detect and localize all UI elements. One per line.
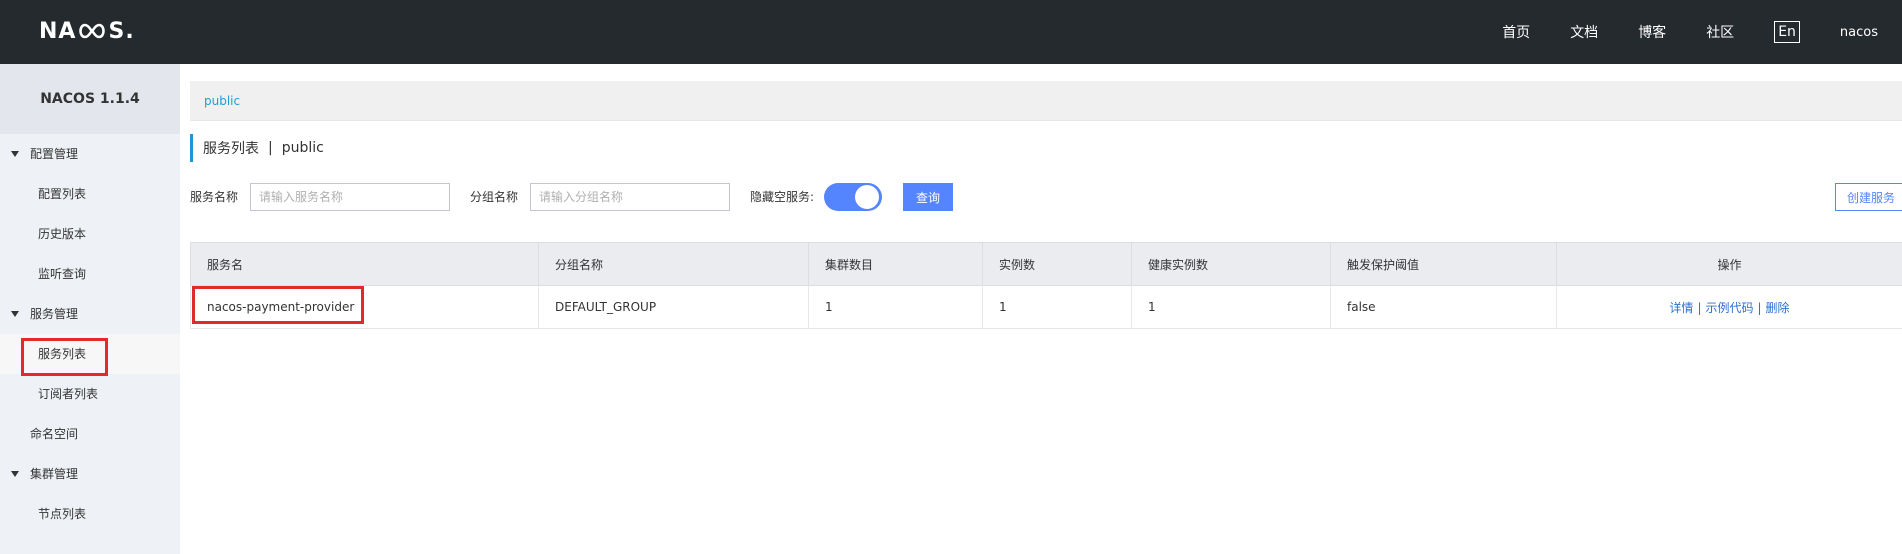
sidebar-group-label: 集群管理 [30, 467, 79, 481]
hide-empty-label: 隐藏空服务: [750, 190, 815, 204]
column-header: 分组名称 [538, 242, 809, 286]
column-header: 服务名 [190, 242, 539, 286]
cell-group: DEFAULT_GROUP [538, 285, 809, 329]
cell-clusters: 1 [808, 285, 983, 329]
nacos-logo[interactable]: NA S. [39, 17, 135, 45]
nav-docs[interactable]: 文档 [1570, 22, 1598, 42]
filter-bar: 服务名称 分组名称 隐藏空服务: 查询 创建服务 [190, 183, 1902, 211]
cell-threshold: false [1330, 285, 1557, 329]
caret-down-icon [11, 311, 19, 317]
page-title: 服务列表 | public [190, 134, 324, 162]
op-separator: | [1757, 300, 1762, 315]
sidebar-item-service-list[interactable]: 服务列表 [0, 334, 180, 374]
sidebar-group-config[interactable]: 配置管理 [0, 134, 180, 174]
sidebar-group-service[interactable]: 服务管理 [0, 294, 180, 334]
cell-instances: 1 [982, 285, 1132, 329]
logo-text-tail: S [108, 18, 126, 44]
caret-down-icon [11, 471, 19, 477]
group-name-label: 分组名称 [470, 190, 519, 204]
table-row: nacos-payment-provider DEFAULT_GROUP 1 1… [190, 285, 1902, 329]
service-name-label: 服务名称 [190, 190, 239, 204]
column-header: 触发保护阈值 [1330, 242, 1557, 286]
op-separator: | [1697, 300, 1702, 315]
sidebar-item-node-list[interactable]: 节点列表 [0, 494, 180, 534]
sidebar-item-listener[interactable]: 监听查询 [0, 254, 180, 294]
nav-blog[interactable]: 博客 [1638, 22, 1666, 42]
language-switch-button[interactable]: En [1774, 21, 1800, 43]
table-header-row: 服务名 分组名称 集群数目 实例数 健康实例数 触发保护阈值 操作 [190, 242, 1902, 286]
logo-text: NA [39, 18, 77, 44]
column-header: 健康实例数 [1131, 242, 1331, 286]
column-header: 实例数 [982, 242, 1132, 286]
logo-dot: . [125, 18, 135, 44]
caret-down-icon [11, 151, 19, 157]
hide-empty-toggle[interactable] [824, 183, 882, 211]
group-name-input[interactable] [530, 183, 730, 211]
service-table: 服务名 分组名称 集群数目 实例数 健康实例数 触发保护阈值 操作 nacos-… [190, 242, 1902, 329]
nav-community[interactable]: 社区 [1706, 22, 1734, 42]
toggle-knob [855, 185, 879, 209]
page-title-text: 服务列表 [203, 141, 259, 157]
namespace-link-public[interactable]: public [204, 94, 240, 108]
namespace-breadcrumb: public [190, 81, 1902, 121]
sidebar: NACOS 1.1.4 配置管理 配置列表 历史版本 监听查询 服务管理 服务列… [0, 64, 180, 554]
sidebar-item-config-list[interactable]: 配置列表 [0, 174, 180, 214]
create-service-button[interactable]: 创建服务 [1835, 183, 1902, 211]
top-nav-links: 首页 文档 博客 社区 En nacos [1502, 0, 1902, 64]
sidebar-group-label: 配置管理 [30, 147, 79, 161]
cell-service-name: nacos-payment-provider [190, 285, 539, 329]
sidebar-group-label: 服务管理 [30, 307, 79, 321]
sample-code-link[interactable]: 示例代码 [1705, 301, 1753, 315]
sidebar-item-subscriber-list[interactable]: 订阅者列表 [0, 374, 180, 414]
column-header: 操作 [1556, 242, 1902, 286]
query-button[interactable]: 查询 [903, 183, 953, 211]
logo-infinity-icon [79, 23, 106, 39]
service-name-input[interactable] [250, 183, 450, 211]
cell-healthy: 1 [1131, 285, 1331, 329]
user-name[interactable]: nacos [1840, 25, 1878, 40]
cell-operations: 详情 | 示例代码 | 删除 [1556, 285, 1902, 329]
column-header: 集群数目 [808, 242, 983, 286]
page-title-separator: | [268, 140, 273, 156]
detail-link[interactable]: 详情 [1669, 301, 1693, 315]
sidebar-title: NACOS 1.1.4 [0, 64, 180, 134]
top-navbar: NA S. 首页 文档 博客 社区 En nacos [0, 0, 1902, 64]
sidebar-group-cluster[interactable]: 集群管理 [0, 454, 180, 494]
nav-home[interactable]: 首页 [1502, 22, 1530, 42]
sidebar-item-history[interactable]: 历史版本 [0, 214, 180, 254]
page-title-namespace: public [281, 140, 324, 156]
delete-link[interactable]: 删除 [1766, 301, 1790, 315]
sidebar-item-namespace[interactable]: 命名空间 [0, 414, 180, 454]
